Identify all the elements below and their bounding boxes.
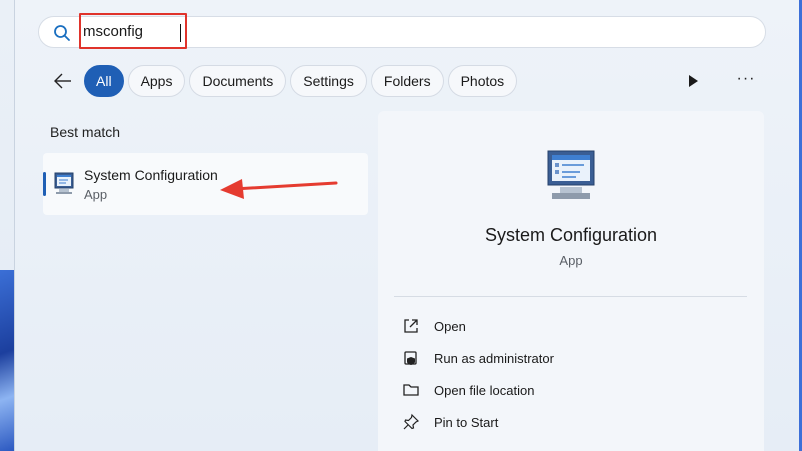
run-as-administrator-label: Run as administrator <box>434 350 554 366</box>
result-title: System Configuration <box>84 167 218 183</box>
open-file-location-action[interactable]: Open file location <box>402 379 534 401</box>
open-file-location-label: Open file location <box>434 382 535 398</box>
open-label: Open <box>434 318 466 334</box>
selection-indicator <box>43 172 46 196</box>
detail-pane: System Configuration App Open Run as adm… <box>378 111 764 451</box>
tab-documents[interactable]: Documents <box>189 65 287 97</box>
tab-all[interactable]: All <box>84 65 124 97</box>
back-arrow-icon[interactable] <box>52 70 74 92</box>
pin-icon <box>403 413 420 430</box>
detail-subtitle: App <box>559 253 583 268</box>
detail-title: System Configuration <box>484 225 658 245</box>
tab-photos[interactable]: Photos <box>447 65 518 97</box>
best-match-heading: Best match <box>50 124 121 140</box>
shield-icon <box>404 351 417 365</box>
system-configuration-large-icon <box>547 150 595 199</box>
pin-to-start-action[interactable]: Pin to Start <box>402 411 498 433</box>
system-configuration-icon <box>54 172 74 194</box>
search-bar[interactable] <box>38 13 766 49</box>
filter-tabs: All Apps Documents Settings Folders Phot… <box>84 65 518 97</box>
folder-icon <box>403 384 419 396</box>
tab-settings[interactable]: Settings <box>290 65 367 97</box>
run-as-administrator-action[interactable]: Run as administrator <box>402 347 554 369</box>
divider <box>394 296 747 297</box>
more-options-button[interactable]: ··· <box>734 70 758 92</box>
search-input[interactable] <box>83 23 183 40</box>
search-window: All Apps Documents Settings Folders Phot… <box>0 0 802 451</box>
open-action[interactable]: Open <box>402 315 466 337</box>
tab-folders[interactable]: Folders <box>370 65 444 97</box>
text-caret <box>180 24 181 42</box>
play-icon[interactable] <box>683 71 703 91</box>
pin-to-start-label: Pin to Start <box>434 414 499 430</box>
annotation-arrow <box>220 179 338 199</box>
tab-apps[interactable]: Apps <box>127 65 186 97</box>
result-subtitle: App <box>84 187 108 202</box>
search-icon <box>54 25 70 41</box>
open-external-icon <box>404 319 418 333</box>
